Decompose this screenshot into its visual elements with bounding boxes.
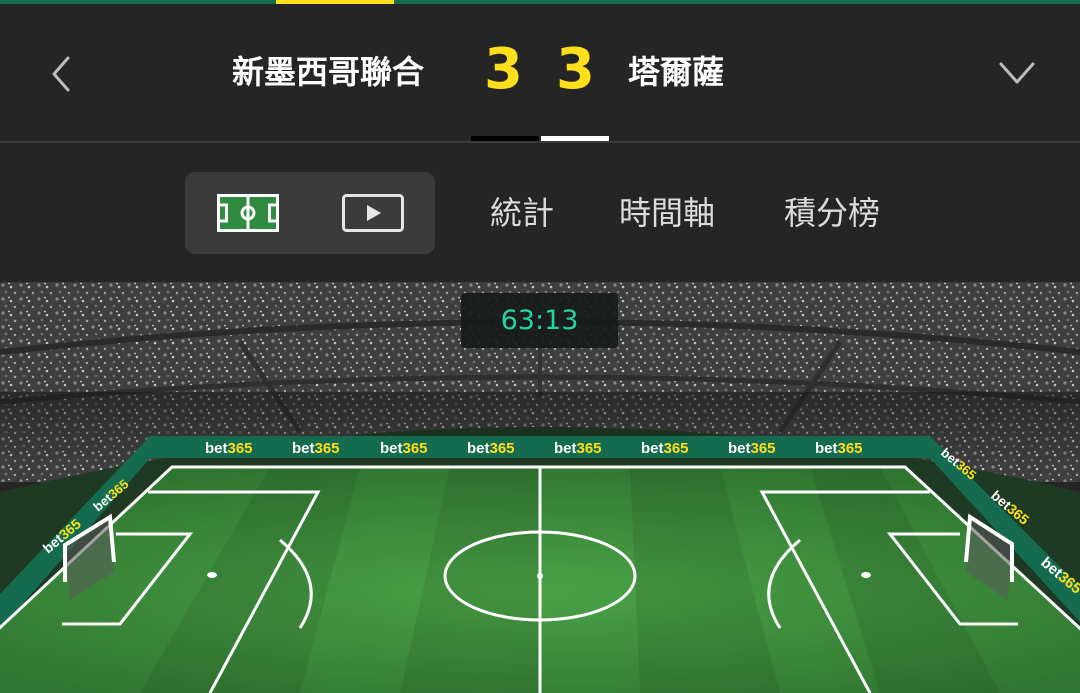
tab-stats[interactable]: 統計 <box>490 191 554 235</box>
chevron-left-icon <box>52 56 70 92</box>
ad-text: bet365 <box>815 440 863 457</box>
view-toggle <box>185 172 435 254</box>
ad-text: bet365 <box>467 440 515 457</box>
home-team-name: 新墨西哥聯合 <box>232 53 425 91</box>
tab-standings[interactable]: 積分榜 <box>784 191 880 235</box>
ad-text: bet365 <box>554 440 602 457</box>
play-video-icon <box>341 194 404 232</box>
pitch-view-button[interactable] <box>185 172 310 254</box>
view-tabs: 統計 時間軸 積分榜 <box>0 143 1080 282</box>
match-clock: 63:13 <box>461 293 618 348</box>
away-team-name: 塔爾薩 <box>628 53 725 91</box>
ad-text: bet365 <box>380 440 428 457</box>
match-header: 新墨西哥聯合 3 3 塔爾薩 <box>0 4 1080 142</box>
expand-button[interactable] <box>995 56 1039 92</box>
ad-text: bet365 <box>728 440 776 457</box>
match-pitch-visualization: bet365 bet365 bet365 bet365 bet365 bet36… <box>0 282 1080 693</box>
home-score: 3 <box>484 37 523 102</box>
video-view-button[interactable] <box>310 172 435 254</box>
back-button[interactable] <box>42 54 82 94</box>
tab-timeline[interactable]: 時間軸 <box>619 191 715 235</box>
away-score: 3 <box>556 37 595 102</box>
ad-text: bet365 <box>641 440 689 457</box>
chevron-down-icon <box>999 62 1035 84</box>
pitch-view-icon <box>216 194 279 232</box>
ad-text: bet365 <box>205 440 253 457</box>
ad-board-back <box>150 436 930 458</box>
ad-text: bet365 <box>292 440 340 457</box>
